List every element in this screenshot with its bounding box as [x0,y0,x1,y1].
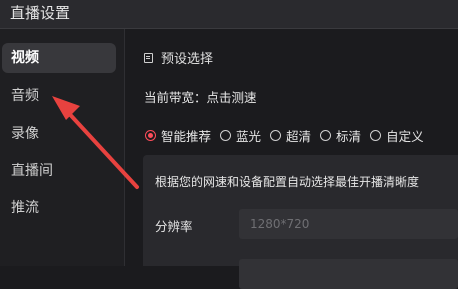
radio-unselected-icon [320,130,332,141]
radio-label: 标清 [336,129,362,144]
sidebar-item-video[interactable]: 视频 [2,43,116,73]
preset-description: 根据您的网速和设备配置自动选择最佳开播清晰度 [155,175,420,189]
main-content: 预设选择 当前带宽：点击测速 智能推荐 蓝光 超清 标清 自定义 根据您的网速和… [125,29,458,289]
speed-test-link[interactable]: 点击测速 [207,90,257,105]
radio-label: 蓝光 [236,129,262,144]
bandwidth-label: 当前带宽： [144,90,207,105]
sidebar: 视频 音频 录像 直播间 推流 [0,29,125,266]
preset-radio-group: 智能推荐 蓝光 超清 标清 自定义 [145,126,433,145]
preset-section-header: 预设选择 [144,48,213,67]
radio-label: 智能推荐 [161,129,212,144]
preset-custom-radio[interactable]: 自定义 [370,126,424,145]
preset-smart-radio[interactable]: 智能推荐 [145,126,211,145]
preset-ultra-hd-radio[interactable]: 超清 [270,126,311,145]
section-title: 预设选择 [161,52,214,67]
title-bar: 直播设置 [0,0,458,29]
sidebar-item-live-room[interactable]: 直播间 [2,156,116,186]
sidebar-item-recording[interactable]: 录像 [2,119,116,149]
next-field[interactable] [239,259,458,289]
resolution-field[interactable]: 1280*720 [239,209,458,239]
resolution-label: 分辨率 [155,219,193,234]
preset-detail-panel: 根据您的网速和设备配置自动选择最佳开播清晰度 分辨率 1280*720 [143,155,458,289]
radio-unselected-icon [220,130,232,141]
sidebar-item-audio[interactable]: 音频 [2,81,116,111]
radio-selected-icon [145,130,156,141]
radio-unselected-icon [270,130,282,141]
sidebar-item-streaming[interactable]: 推流 [2,193,116,223]
radio-unselected-icon [370,130,382,141]
window-title: 直播设置 [10,4,71,22]
preset-icon [144,52,153,63]
preset-bluray-radio[interactable]: 蓝光 [220,126,261,145]
bandwidth-row: 当前带宽：点击测速 [144,87,257,106]
radio-label: 自定义 [386,129,424,144]
radio-label: 超清 [286,129,312,144]
preset-sd-radio[interactable]: 标清 [320,126,361,145]
